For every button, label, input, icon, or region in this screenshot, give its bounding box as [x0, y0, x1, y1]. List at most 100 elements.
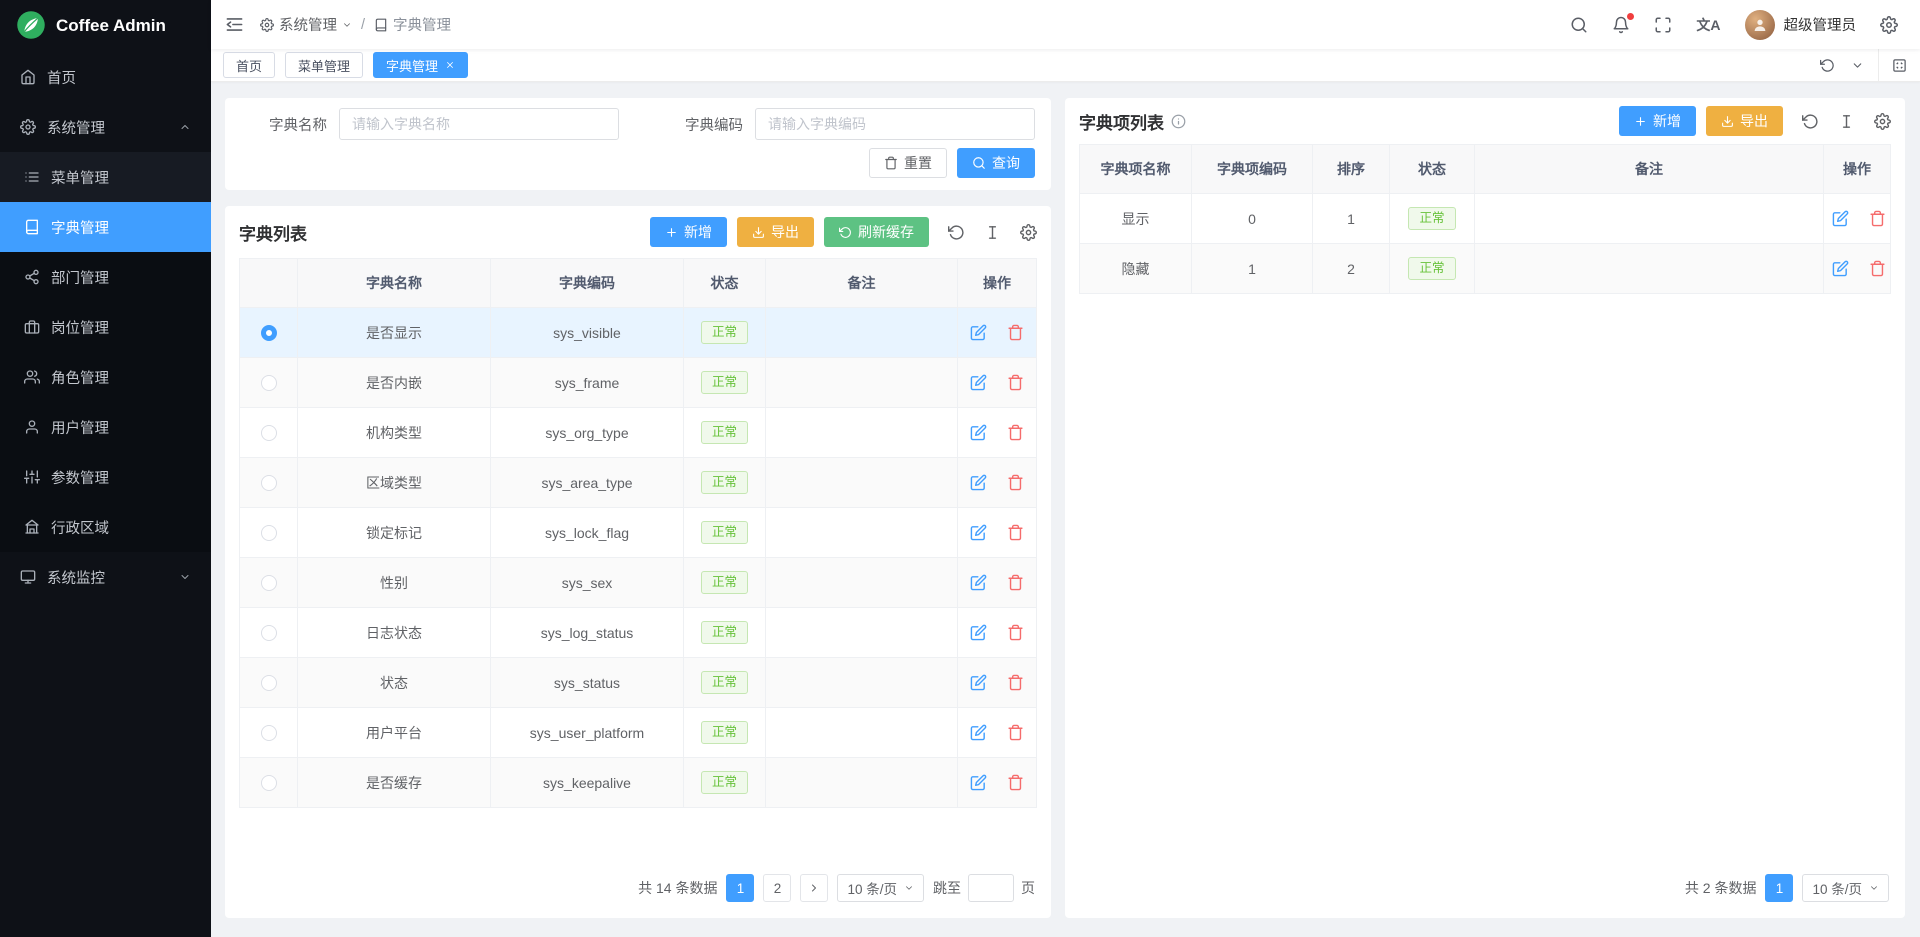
- table-row[interactable]: 是否显示 sys_visible 正常: [240, 308, 1037, 358]
- row-radio[interactable]: [261, 325, 277, 341]
- chevron-down-icon[interactable]: [1851, 59, 1864, 72]
- app-logo[interactable]: Coffee Admin: [0, 0, 211, 52]
- table-row[interactable]: 区域类型 sys_area_type 正常: [240, 458, 1037, 508]
- search-icon[interactable]: [1570, 16, 1588, 34]
- delete-icon[interactable]: [1007, 724, 1024, 741]
- tab-menu-mgmt[interactable]: 菜单管理: [285, 52, 363, 78]
- gear-icon[interactable]: [1874, 113, 1891, 130]
- add-button[interactable]: 新增: [650, 217, 727, 247]
- refresh-tab-icon[interactable]: [1820, 58, 1835, 73]
- delete-icon[interactable]: [1007, 374, 1024, 391]
- sidebar-item-dict-mgmt[interactable]: 字典管理: [0, 202, 211, 252]
- delete-icon[interactable]: [1007, 324, 1024, 341]
- info-icon[interactable]: [1171, 114, 1186, 129]
- refresh-icon[interactable]: [1802, 113, 1819, 130]
- content-fullscreen-icon[interactable]: [1878, 49, 1920, 81]
- delete-icon[interactable]: [1007, 624, 1024, 641]
- sidebar-item-system-mgmt[interactable]: 系统管理: [0, 102, 211, 152]
- bell-icon[interactable]: [1612, 16, 1630, 34]
- bank-icon: [24, 519, 40, 535]
- delete-icon[interactable]: [1007, 574, 1024, 591]
- fullscreen-icon[interactable]: [1654, 16, 1672, 34]
- delete-icon[interactable]: [1007, 424, 1024, 441]
- edit-icon[interactable]: [970, 524, 987, 541]
- table-row[interactable]: 锁定标记 sys_lock_flag 正常: [240, 508, 1037, 558]
- dict-name-input[interactable]: [339, 108, 619, 140]
- sidebar-item-user-mgmt[interactable]: 用户管理: [0, 402, 211, 452]
- breadcrumb-system-mgmt[interactable]: 系统管理: [260, 14, 352, 35]
- sidebar-item-param-mgmt[interactable]: 参数管理: [0, 452, 211, 502]
- export-items-button[interactable]: 导出: [1706, 106, 1783, 136]
- edit-icon[interactable]: [970, 474, 987, 491]
- refresh-icon[interactable]: [948, 224, 965, 241]
- page-button-2[interactable]: 2: [763, 874, 791, 902]
- user-menu[interactable]: 超级管理员: [1745, 10, 1857, 40]
- tab-dict-mgmt[interactable]: 字典管理: [373, 52, 468, 78]
- row-radio[interactable]: [261, 375, 277, 391]
- sidebar-item-dept-mgmt[interactable]: 部门管理: [0, 252, 211, 302]
- edit-icon[interactable]: [970, 674, 987, 691]
- jump-page-input[interactable]: [968, 874, 1014, 902]
- delete-icon[interactable]: [1007, 524, 1024, 541]
- sidebar-item-role-mgmt[interactable]: 角色管理: [0, 352, 211, 402]
- sidebar-item-system-monitor[interactable]: 系统监控: [0, 552, 211, 602]
- gear-icon[interactable]: [1880, 16, 1898, 34]
- table-row[interactable]: 用户平台 sys_user_platform 正常: [240, 708, 1037, 758]
- edit-icon[interactable]: [970, 774, 987, 791]
- edit-icon[interactable]: [1832, 260, 1849, 277]
- table-row[interactable]: 性别 sys_sex 正常: [240, 558, 1037, 608]
- close-icon[interactable]: [445, 60, 455, 70]
- edit-icon[interactable]: [970, 574, 987, 591]
- edit-icon[interactable]: [970, 724, 987, 741]
- delete-icon[interactable]: [1007, 774, 1024, 791]
- edit-icon[interactable]: [1832, 210, 1849, 227]
- main-area: 系统管理 / 字典管理: [211, 0, 1920, 937]
- edit-icon[interactable]: [970, 374, 987, 391]
- sidebar-item-menu-mgmt[interactable]: 菜单管理: [0, 152, 211, 202]
- collapse-sidebar-icon[interactable]: [225, 15, 244, 34]
- row-radio[interactable]: [261, 575, 277, 591]
- table-row[interactable]: 隐藏 1 2 正常: [1080, 244, 1891, 294]
- add-item-button[interactable]: 新增: [1619, 106, 1696, 136]
- table-row[interactable]: 状态 sys_status 正常: [240, 658, 1037, 708]
- row-radio[interactable]: [261, 525, 277, 541]
- sidebar-item-post-mgmt[interactable]: 岗位管理: [0, 302, 211, 352]
- page-size-select[interactable]: 10 条/页: [837, 874, 924, 902]
- table-row[interactable]: 是否缓存 sys_keepalive 正常: [240, 758, 1037, 808]
- delete-icon[interactable]: [1869, 260, 1886, 277]
- edit-icon[interactable]: [970, 424, 987, 441]
- delete-icon[interactable]: [1007, 474, 1024, 491]
- row-radio[interactable]: [261, 775, 277, 791]
- refresh-cache-button[interactable]: 刷新缓存: [824, 217, 929, 247]
- row-radio[interactable]: [261, 625, 277, 641]
- table-row[interactable]: 是否内嵌 sys_frame 正常: [240, 358, 1037, 408]
- translate-icon[interactable]: 文A: [1696, 15, 1720, 35]
- export-button[interactable]: 导出: [737, 217, 814, 247]
- page-button-1[interactable]: 1: [726, 874, 754, 902]
- row-radio[interactable]: [261, 425, 277, 441]
- next-page-button[interactable]: [800, 874, 828, 902]
- page-content: 字典名称 字典编码 重置: [211, 82, 1920, 937]
- row-radio[interactable]: [261, 475, 277, 491]
- dict-code-input[interactable]: [755, 108, 1035, 140]
- row-radio[interactable]: [261, 675, 277, 691]
- page-size-select[interactable]: 10 条/页: [1802, 874, 1889, 902]
- gear-icon[interactable]: [1020, 224, 1037, 241]
- column-size-icon[interactable]: [984, 224, 1001, 241]
- sidebar-item-home[interactable]: 首页: [0, 52, 211, 102]
- sidebar-item-region-mgmt[interactable]: 行政区域: [0, 502, 211, 552]
- column-size-icon[interactable]: [1838, 113, 1855, 130]
- table-row[interactable]: 机构类型 sys_org_type 正常: [240, 408, 1037, 458]
- delete-icon[interactable]: [1869, 210, 1886, 227]
- table-row[interactable]: 日志状态 sys_log_status 正常: [240, 608, 1037, 658]
- remark-cell: [766, 308, 958, 358]
- delete-icon[interactable]: [1007, 674, 1024, 691]
- edit-icon[interactable]: [970, 624, 987, 641]
- table-row[interactable]: 显示 0 1 正常: [1080, 194, 1891, 244]
- page-button-1[interactable]: 1: [1765, 874, 1793, 902]
- reset-button[interactable]: 重置: [869, 148, 947, 178]
- row-radio[interactable]: [261, 725, 277, 741]
- query-button[interactable]: 查询: [957, 148, 1035, 178]
- edit-icon[interactable]: [970, 324, 987, 341]
- tab-home[interactable]: 首页: [223, 52, 275, 78]
